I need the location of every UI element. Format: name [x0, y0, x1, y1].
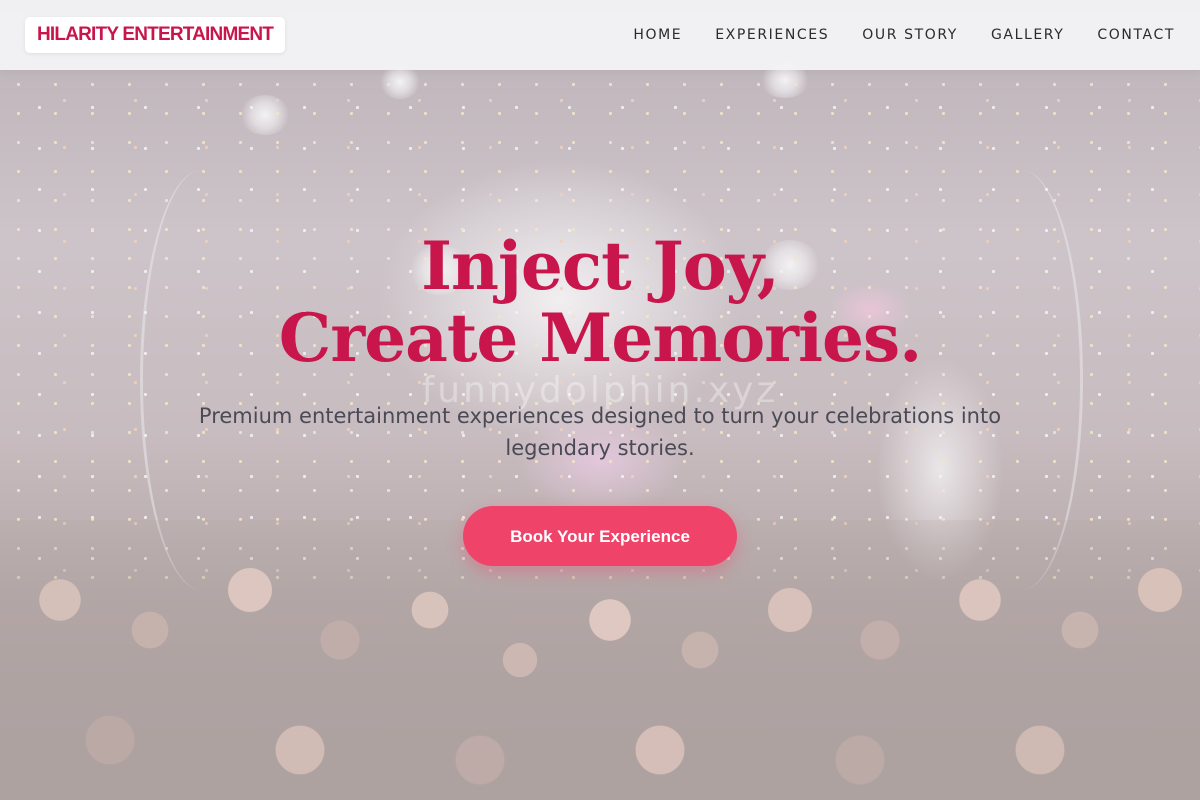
nav-gallery[interactable]: GALLERY: [991, 27, 1064, 43]
logo[interactable]: HILARITY ENTERTAINMENT: [25, 17, 286, 53]
hero-title-line-1: Inject Joy,: [421, 227, 780, 305]
hero-title: Inject Joy, Create Memories.: [0, 230, 1200, 374]
nav-our-story[interactable]: OUR STORY: [862, 27, 958, 43]
hero-title-line-2: Create Memories.: [278, 299, 922, 377]
landing-page: HILARITY ENTERTAINMENT HOME EXPERIENCES …: [0, 0, 1200, 800]
nav-home[interactable]: HOME: [633, 27, 682, 43]
logo-text: HILARITY ENTERTAINMENT: [37, 24, 274, 45]
hero-subtitle: Premium entertainment experiences design…: [198, 404, 1002, 460]
book-experience-button[interactable]: Book Your Experience: [463, 506, 737, 566]
hero-section: funnydolphin.xyz Inject Joy, Create Memo…: [0, 230, 1200, 566]
site-header: HILARITY ENTERTAINMENT HOME EXPERIENCES …: [0, 0, 1200, 70]
main-nav: HOME EXPERIENCES OUR STORY GALLERY CONTA…: [633, 0, 1175, 70]
nav-contact[interactable]: CONTACT: [1097, 27, 1175, 43]
nav-experiences[interactable]: EXPERIENCES: [715, 27, 829, 43]
